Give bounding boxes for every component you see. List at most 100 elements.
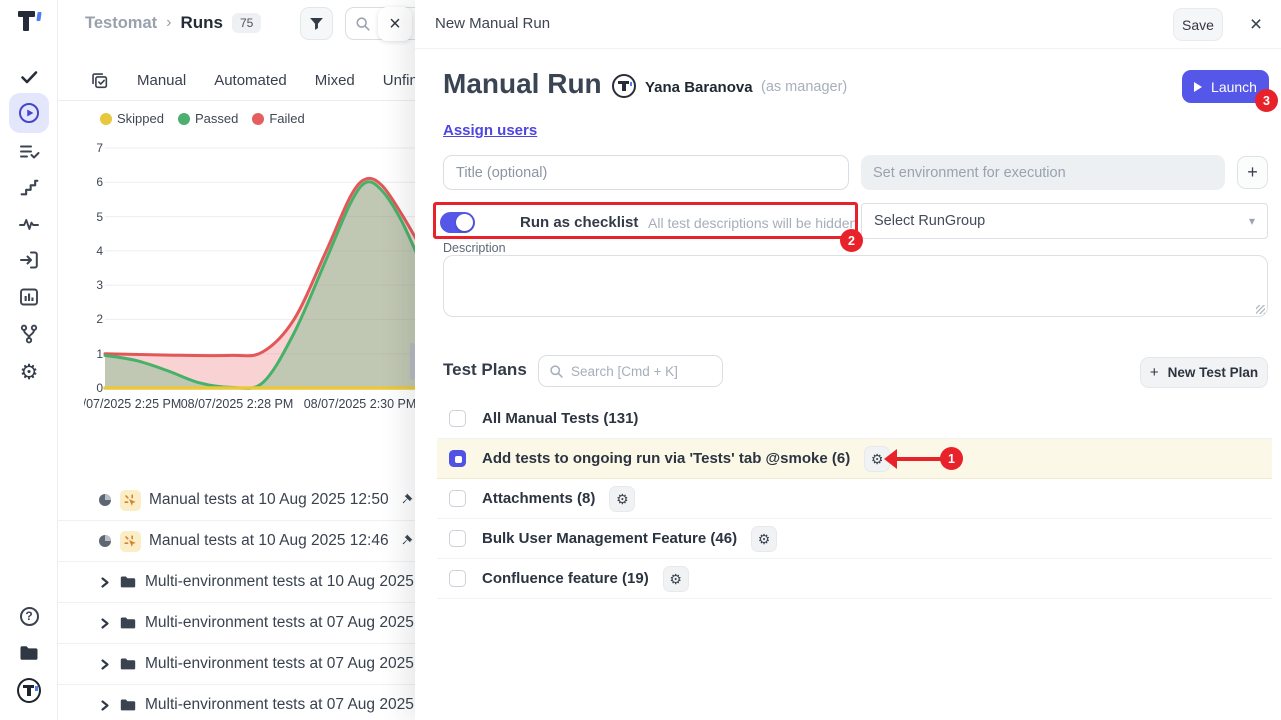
filter-button[interactable]: [300, 7, 333, 40]
checklist-hint: All test descriptions will be hidden: [648, 215, 857, 231]
y-axis-tick: 4: [84, 244, 103, 258]
breadcrumb-page[interactable]: Runs: [180, 13, 223, 33]
save-button[interactable]: Save: [1173, 8, 1223, 41]
plan-checkbox[interactable]: [449, 570, 466, 587]
run-folder-item[interactable]: Multi-environment tests at 07 Aug 2025: [58, 603, 415, 644]
annotation-arrow: [884, 449, 994, 469]
folder-icon: [119, 655, 137, 673]
add-environment-button[interactable]: +: [1237, 156, 1268, 189]
y-axis-tick: 7: [84, 141, 103, 155]
test-plans-search[interactable]: [538, 355, 723, 387]
owner-avatar: [612, 74, 636, 98]
pulse-activity-icon[interactable]: [17, 212, 41, 236]
environment-input[interactable]: [861, 155, 1225, 190]
plan-settings-gear-button[interactable]: ⚙: [751, 526, 777, 552]
manual-click-icon: [120, 490, 141, 511]
run-folder-item[interactable]: Multi-environment tests at 07 Aug 2025: [58, 644, 415, 685]
legend-item-skipped[interactable]: Skipped: [100, 111, 164, 126]
modal-close-button[interactable]: ×: [1241, 10, 1271, 40]
testomat-logo-icon: [16, 8, 44, 38]
chevron-right-icon[interactable]: [98, 699, 111, 712]
run-list-item[interactable]: Manual tests at 10 Aug 2025 12:46: [58, 521, 415, 562]
search-clear-button[interactable]: ×: [378, 7, 412, 41]
y-axis-tick: 2: [84, 312, 103, 326]
plan-settings-gear-button[interactable]: ⚙: [663, 566, 689, 592]
plan-checkbox[interactable]: [449, 410, 466, 427]
play-icon: [1194, 82, 1202, 92]
test-plan-row[interactable]: Bulk User Management Feature (46)⚙: [437, 519, 1272, 559]
chevron-right-icon[interactable]: [98, 658, 111, 671]
pull-requests-sign-in-icon[interactable]: [17, 248, 41, 272]
gear-icon: ⚙: [669, 572, 682, 586]
reports-bar-chart-icon[interactable]: [17, 285, 41, 309]
runs-play-icon[interactable]: [9, 93, 49, 133]
breadcrumb-project-link[interactable]: Testomat: [85, 14, 157, 33]
tabs-list: Manual Automated Mixed Unfinished: [137, 72, 415, 89]
close-icon: ×: [1250, 13, 1262, 37]
tab-unfinished[interactable]: Unfinished: [383, 72, 415, 89]
test-plan-row[interactable]: Add tests to ongoing run via 'Tests' tab…: [437, 439, 1272, 479]
runs-tabs: Manual Automated Mixed Unfinished: [58, 60, 415, 101]
description-label: Description: [443, 241, 506, 255]
runs-board-icon[interactable]: [90, 71, 109, 90]
run-title-input[interactable]: [443, 155, 849, 190]
plan-settings-gear-button[interactable]: ⚙: [609, 486, 635, 512]
app-root: ⚙ ? Testomat › Runs 75 × Manual Automated…: [0, 0, 1281, 720]
folder-icon: [119, 696, 137, 714]
projects-folder-icon[interactable]: [17, 641, 41, 665]
tests-check-icon[interactable]: [17, 65, 41, 89]
modal-title: New Manual Run: [435, 15, 550, 32]
plan-checkbox[interactable]: [449, 530, 466, 547]
branches-git-icon[interactable]: [17, 322, 41, 346]
gear-icon: ⚙: [758, 532, 771, 546]
chevron-right-icon[interactable]: [98, 576, 111, 589]
gear-icon: ⚙: [616, 492, 629, 506]
test-plan-row[interactable]: All Manual Tests (131): [437, 399, 1272, 439]
annotation-badge-3: 3: [1255, 89, 1278, 112]
test-plans-search-input[interactable]: [571, 364, 706, 379]
tab-manual[interactable]: Manual: [137, 72, 186, 89]
plan-label: All Manual Tests (131): [482, 410, 638, 427]
owner-name: Yana Baranova: [645, 79, 753, 96]
runs-page: Testomat › Runs 75 × Manual Automated Mixe…: [58, 0, 415, 720]
owner-role: (as manager): [761, 79, 847, 95]
test-plan-row[interactable]: Attachments (8)⚙: [437, 479, 1272, 519]
test-plan-row[interactable]: Confluence feature (19)⚙: [437, 559, 1272, 599]
funnel-icon: [308, 15, 325, 32]
new-test-plan-button[interactable]: + New Test Plan: [1140, 357, 1268, 388]
plan-checkbox-checked[interactable]: [449, 450, 466, 467]
assign-users-link[interactable]: Assign users: [443, 122, 537, 139]
x-axis-label: 08/07/2025 2:30 PM: [304, 397, 415, 411]
pin-icon[interactable]: [398, 492, 414, 508]
settings-gear-icon[interactable]: ⚙: [17, 360, 41, 384]
y-axis-tick: 0: [84, 381, 103, 395]
y-axis-tick: 6: [84, 175, 103, 189]
plan-checkbox[interactable]: [449, 490, 466, 507]
tab-automated[interactable]: Automated: [214, 72, 287, 89]
run-as-checklist-toggle[interactable]: [440, 212, 475, 233]
legend-dot: [178, 113, 190, 125]
legend-item-passed[interactable]: Passed: [178, 111, 238, 126]
milestones-steps-icon[interactable]: [17, 175, 41, 199]
runs-list: Manual tests at 10 Aug 2025 12:50Manual …: [58, 480, 415, 720]
x-axis-label: 08/07/2025 2:25 PM: [84, 397, 181, 411]
tab-mixed[interactable]: Mixed: [315, 72, 355, 89]
pin-icon[interactable]: [398, 533, 414, 549]
sidebar: ⚙ ?: [0, 0, 58, 720]
description-textarea[interactable]: [443, 255, 1268, 317]
rungroup-select[interactable]: Select RunGroup ▾: [861, 203, 1268, 239]
test-plans-heading: Test Plans: [443, 360, 527, 380]
run-title: Manual Run: [443, 68, 602, 100]
run-list-item[interactable]: Manual tests at 10 Aug 2025 12:50: [58, 480, 415, 521]
legend-item-failed[interactable]: Failed: [252, 111, 304, 126]
breadcrumb: Testomat › Runs 75: [85, 13, 261, 33]
account-logo-icon[interactable]: [17, 678, 41, 702]
chevron-right-icon[interactable]: [98, 617, 111, 630]
test-plans-list-check-icon[interactable]: [17, 140, 41, 164]
run-folder-item[interactable]: Multi-environment tests at 07 Aug 2025: [58, 685, 415, 720]
gear-icon: ⚙: [871, 452, 884, 466]
run-folder-item[interactable]: Multi-environment tests at 10 Aug 2025: [58, 562, 415, 603]
help-icon[interactable]: ?: [17, 604, 41, 628]
annotation-badge-2: 2: [840, 229, 863, 252]
chevron-down-icon: ▾: [1249, 214, 1255, 228]
